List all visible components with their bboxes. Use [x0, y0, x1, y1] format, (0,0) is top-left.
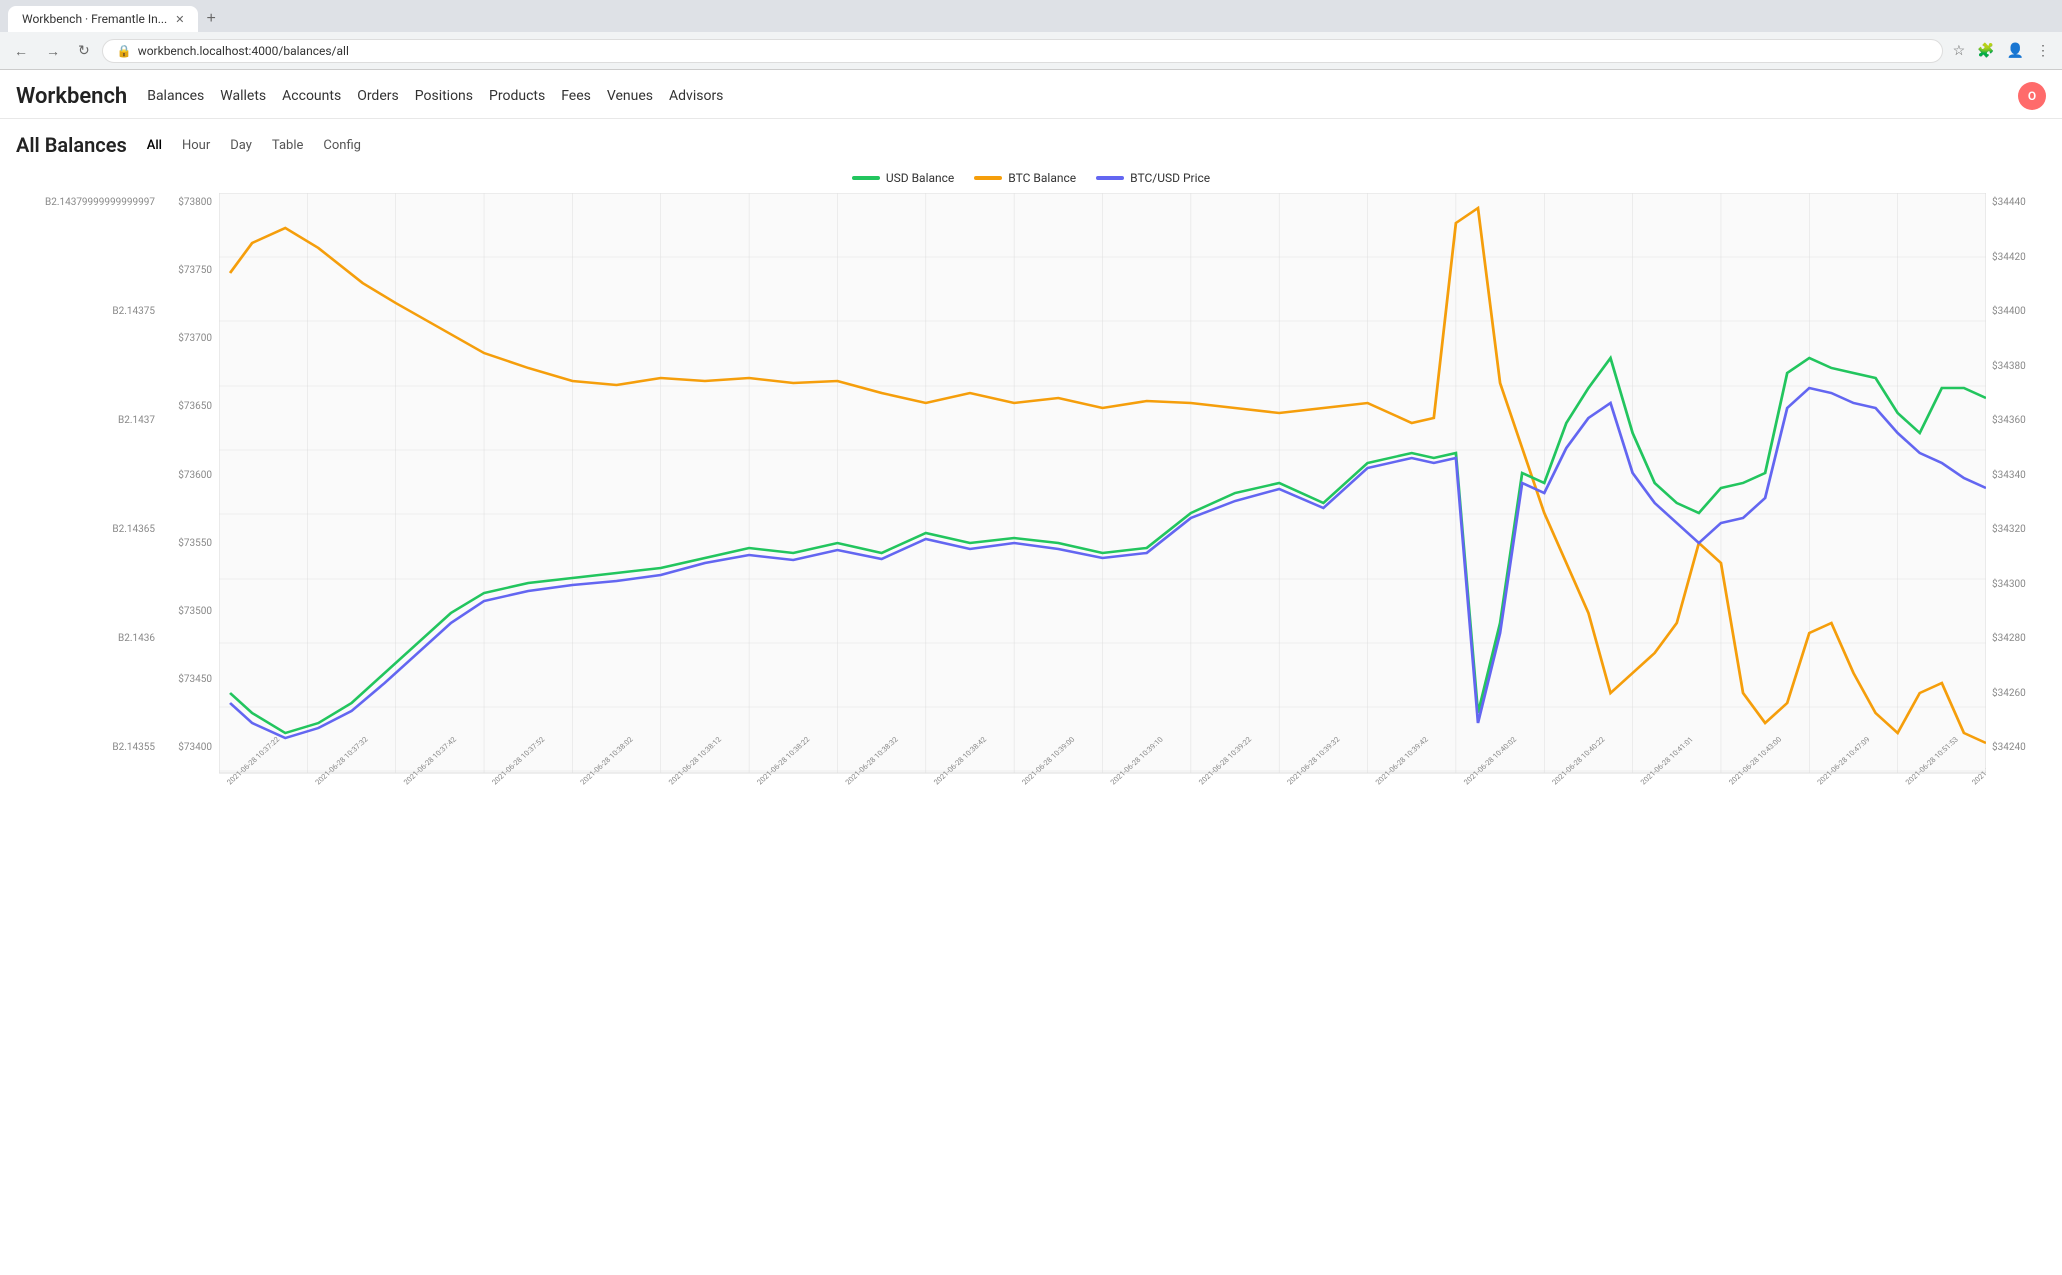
chart-body: B2.14379999999999997 B2.14375 B2.1437 B2…: [16, 193, 2046, 813]
y-price-5: $34360: [1992, 415, 2046, 426]
y-usd-8: $73450: [161, 674, 212, 685]
y-axis-price: $34440 $34420 $34400 $34380 $34360 $3434…: [1986, 193, 2046, 813]
y-price-3: $34400: [1992, 306, 2046, 317]
browser-chrome: Workbench · Fremantle In... ✕ +: [0, 0, 2062, 32]
y-usd-7: $73500: [161, 606, 212, 617]
y-axis-usd: $73800 $73750 $73700 $73650 $73600 $7355…: [161, 193, 216, 753]
tab-day[interactable]: Day: [226, 136, 256, 155]
legend-usd-color: [852, 176, 880, 180]
y-axis-btc: B2.14379999999999997 B2.14375 B2.1437 B2…: [16, 193, 161, 813]
svg-wrapper: 2021-06-28 10:37:22 2021-06-28 10:37:32 …: [219, 193, 1986, 813]
chart-container: USD Balance BTC Balance BTC/USD Price B2…: [16, 171, 2046, 813]
legend-btc: BTC Balance: [974, 171, 1076, 185]
page-content: All Balances All Hour Day Table Config U…: [0, 119, 2062, 827]
page-title: All Balances: [16, 133, 127, 157]
nav-accounts[interactable]: Accounts: [282, 86, 341, 106]
y-price-8: $34300: [1992, 579, 2046, 590]
y-usd-5: $73600: [161, 470, 212, 481]
tab-table[interactable]: Table: [268, 136, 307, 155]
nav-wallets[interactable]: Wallets: [220, 86, 266, 106]
y-price-1: $34440: [1992, 197, 2046, 208]
nav-fees[interactable]: Fees: [561, 86, 591, 106]
menu-button[interactable]: ⋮: [2032, 38, 2054, 63]
y-usd-1: $73800: [161, 197, 212, 208]
chart-main: $73800 $73750 $73700 $73650 $73600 $7355…: [161, 193, 1986, 813]
legend-usd-label: USD Balance: [886, 171, 954, 185]
nav-advisors[interactable]: Advisors: [669, 86, 723, 106]
y-usd-4: $73650: [161, 401, 212, 412]
chart-svg: 2021-06-28 10:37:22 2021-06-28 10:37:32 …: [219, 193, 1986, 813]
browser-tab-active[interactable]: Workbench · Fremantle In... ✕: [8, 6, 198, 32]
legend-price: BTC/USD Price: [1096, 171, 1210, 185]
y-price-10: $34260: [1992, 688, 2046, 699]
tab-all[interactable]: All: [143, 136, 166, 155]
main-nav: Balances Wallets Accounts Orders Positio…: [147, 86, 723, 106]
y-btc-6: B2.14355: [16, 742, 155, 753]
new-tab-button[interactable]: +: [198, 6, 223, 32]
y-price-7: $34320: [1992, 524, 2046, 535]
secure-icon: 🔒: [117, 44, 132, 58]
url-text: workbench.localhost:4000/balances/all: [138, 44, 1928, 58]
page-tabs: All Hour Day Table Config: [143, 136, 365, 155]
tab-title: Workbench · Fremantle In...: [22, 12, 167, 26]
y-btc-4: B2.14365: [16, 524, 155, 535]
y-btc-2: B2.14375: [16, 306, 155, 317]
nav-orders[interactable]: Orders: [357, 86, 399, 106]
bookmark-button[interactable]: ☆: [1949, 38, 1970, 63]
tab-close-button[interactable]: ✕: [175, 13, 184, 26]
y-price-6: $34340: [1992, 470, 2046, 481]
y-price-9: $34280: [1992, 633, 2046, 644]
profile-button[interactable]: 👤: [2003, 38, 2028, 63]
reload-button[interactable]: ↻: [72, 38, 96, 63]
legend-price-color: [1096, 176, 1124, 180]
legend-price-label: BTC/USD Price: [1130, 171, 1210, 185]
y-price-11: $34240: [1992, 742, 2046, 753]
nav-venues[interactable]: Venues: [607, 86, 653, 106]
legend-btc-label: BTC Balance: [1008, 171, 1076, 185]
legend-usd: USD Balance: [852, 171, 954, 185]
nav-balances[interactable]: Balances: [147, 86, 204, 106]
y-price-2: $34420: [1992, 252, 2046, 263]
extensions-button[interactable]: 🧩: [1973, 38, 1998, 63]
forward-button[interactable]: →: [40, 39, 66, 63]
app-title: Workbench: [16, 84, 127, 109]
legend-btc-color: [974, 176, 1002, 180]
user-avatar[interactable]: O: [2018, 82, 2046, 110]
y-usd-9: $73400: [161, 742, 212, 753]
y-usd-3: $73700: [161, 333, 212, 344]
y-btc-1: B2.14379999999999997: [16, 197, 155, 208]
app-header: Workbench Balances Wallets Accounts Orde…: [0, 70, 2062, 119]
browser-tabs: Workbench · Fremantle In... ✕ +: [8, 6, 2054, 32]
y-usd-6: $73550: [161, 538, 212, 549]
tab-hour[interactable]: Hour: [178, 136, 214, 155]
nav-products[interactable]: Products: [489, 86, 545, 106]
y-usd-2: $73750: [161, 265, 212, 276]
browser-controls: ← → ↻ 🔒 workbench.localhost:4000/balance…: [0, 32, 2062, 70]
browser-actions: ☆ 🧩 👤 ⋮: [1949, 38, 2054, 63]
y-btc-5: B2.1436: [16, 633, 155, 644]
address-bar[interactable]: 🔒 workbench.localhost:4000/balances/all: [102, 39, 1943, 63]
tab-config[interactable]: Config: [319, 136, 365, 155]
nav-positions[interactable]: Positions: [415, 86, 473, 106]
y-btc-3: B2.1437: [16, 415, 155, 426]
back-button[interactable]: ←: [8, 39, 34, 63]
chart-legend: USD Balance BTC Balance BTC/USD Price: [16, 171, 2046, 185]
y-price-4: $34380: [1992, 361, 2046, 372]
page-header: All Balances All Hour Day Table Config: [16, 133, 2046, 157]
